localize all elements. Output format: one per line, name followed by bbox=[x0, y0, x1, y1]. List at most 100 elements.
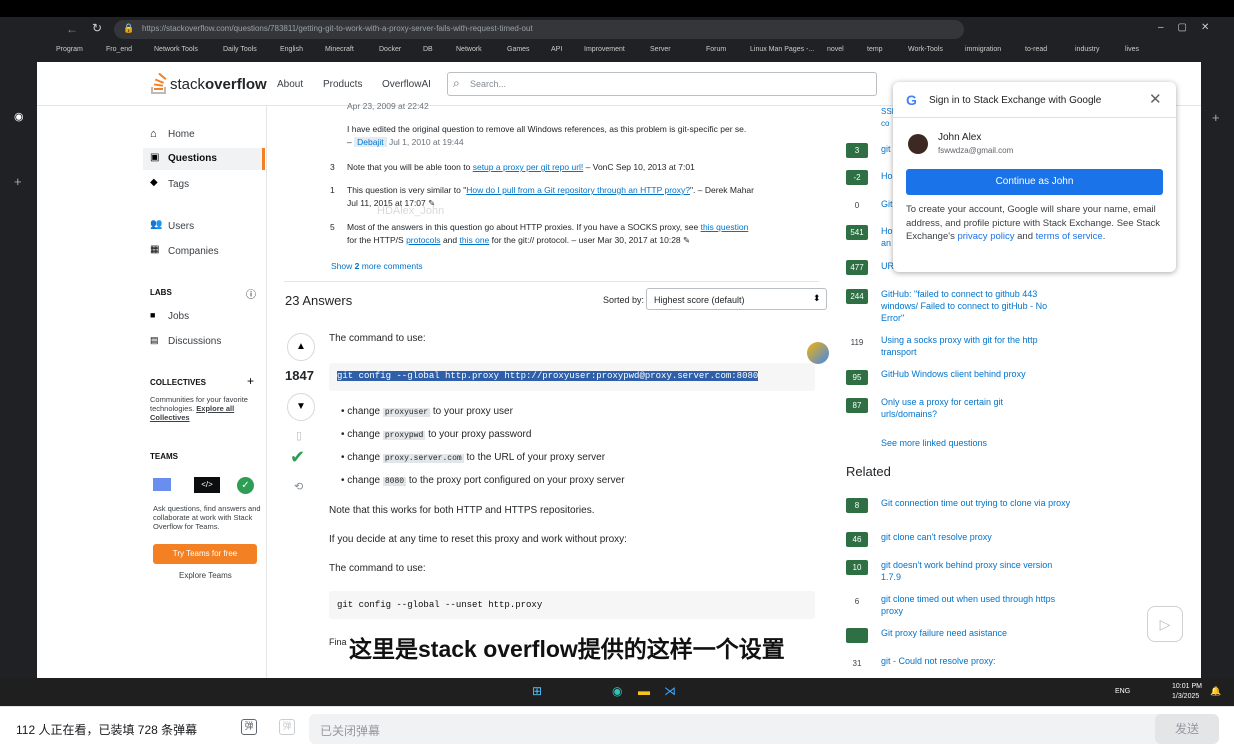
bookmark-item[interactable]: to-read bbox=[1025, 46, 1047, 53]
upvote-button[interactable]: ▲ bbox=[287, 333, 315, 361]
nav-discussions[interactable]: Discussions bbox=[168, 336, 221, 347]
bookmark-item[interactable]: Forum bbox=[706, 46, 726, 53]
nav-questions[interactable]: Questions bbox=[168, 153, 217, 164]
privacy-policy-link[interactable]: privacy policy bbox=[957, 231, 1014, 242]
back-icon[interactable]: ← bbox=[66, 22, 78, 36]
danmaku-toggle-icon[interactable]: 弹 bbox=[241, 719, 257, 735]
play-button[interactable]: ▷ bbox=[1147, 606, 1183, 642]
related-question[interactable]: Git proxy failure need asistance bbox=[881, 627, 1071, 639]
bookmark-item[interactable]: Docker bbox=[379, 46, 401, 53]
browser-right-rail: + bbox=[1201, 62, 1234, 678]
nav-overflowai[interactable]: OverflowAI bbox=[382, 79, 431, 90]
comment-link[interactable]: How do I pull from a Git repository thro… bbox=[466, 185, 690, 195]
nav-jobs[interactable]: Jobs bbox=[168, 311, 189, 322]
comment-user-link[interactable]: Debajit bbox=[354, 137, 387, 147]
comment-link[interactable]: setup a proxy per git repo url! bbox=[473, 162, 584, 172]
nav-products[interactable]: Products bbox=[323, 79, 362, 90]
comments-divider bbox=[284, 281, 819, 282]
linked-question[interactable]: Using a socks proxy with git for the htt… bbox=[881, 334, 1071, 358]
notification-icon[interactable]: 🔔 bbox=[1210, 686, 1221, 697]
downvote-button[interactable]: ▼ bbox=[287, 393, 315, 421]
answer-para-2: If you decide at any time to reset this … bbox=[329, 534, 627, 545]
clock-time[interactable]: 10:01 PM bbox=[1172, 683, 1202, 690]
related-question[interactable]: Git connection time out trying to clone … bbox=[881, 497, 1071, 509]
bookmark-item[interactable]: Minecraft bbox=[325, 46, 354, 53]
google-popup-title: Sign in to Stack Exchange with Google bbox=[929, 95, 1102, 106]
so-logo[interactable]: stack overflow bbox=[150, 73, 267, 95]
bookmark-item[interactable]: Daily Tools bbox=[223, 46, 257, 53]
sorted-by-label: Sorted by: bbox=[603, 295, 645, 305]
nav-tags[interactable]: Tags bbox=[168, 179, 189, 190]
bookmark-item[interactable]: Server bbox=[650, 46, 671, 53]
related-question[interactable]: git - Could not resolve proxy: bbox=[881, 655, 1071, 667]
pencil-icon[interactable]: ✎ bbox=[683, 235, 690, 245]
nav-users[interactable]: Users bbox=[168, 221, 194, 232]
score-badge: 95 bbox=[846, 370, 868, 385]
bookmark-item[interactable]: Linux Man Pages -... bbox=[750, 46, 814, 53]
bookmark-item[interactable]: lives bbox=[1125, 46, 1139, 53]
bookmark-item[interactable]: English bbox=[280, 46, 303, 53]
bookmark-item[interactable]: Fro_end bbox=[106, 46, 132, 53]
add-icon[interactable]: + bbox=[14, 174, 22, 189]
search-input[interactable]: ⌕ Search... bbox=[447, 72, 877, 96]
edge-icon[interactable]: ◉ bbox=[612, 684, 622, 698]
bookmark-item[interactable]: Games bbox=[507, 46, 530, 53]
vscode-icon[interactable]: ⋊ bbox=[664, 684, 676, 698]
account-avatar bbox=[908, 134, 928, 154]
bookmark-item[interactable]: temp bbox=[867, 46, 883, 53]
bookmark-item[interactable]: Improvement bbox=[584, 46, 625, 53]
bookmark-item[interactable]: Program bbox=[56, 46, 83, 53]
try-teams-button[interactable]: Try Teams for free bbox=[153, 544, 257, 564]
danmaku-input[interactable]: 已关闭弹幕 发送 bbox=[309, 714, 1219, 744]
windows-start-icon[interactable]: ⊞ bbox=[532, 684, 542, 698]
danmaku-settings-icon[interactable]: 弹 bbox=[279, 719, 295, 735]
info-icon[interactable]: ⓘ bbox=[246, 286, 256, 301]
bookmark-icon[interactable]: ▯ bbox=[296, 429, 302, 442]
plus-icon[interactable]: + bbox=[247, 374, 254, 388]
related-question[interactable]: git clone timed out when used through ht… bbox=[881, 593, 1061, 617]
this-one-link[interactable]: this one bbox=[460, 235, 490, 245]
related-question[interactable]: git clone can't resolve proxy bbox=[881, 531, 1071, 543]
bookmark-item[interactable]: immigration bbox=[965, 46, 1001, 53]
comment-link[interactable]: this question bbox=[701, 222, 749, 232]
left-divider bbox=[266, 106, 267, 678]
history-icon[interactable]: ⟲ bbox=[294, 480, 303, 493]
close-icon[interactable]: ✕ bbox=[1149, 90, 1162, 108]
continue-button[interactable]: Continue as John bbox=[906, 169, 1163, 195]
bookmark-item[interactable]: Network bbox=[456, 46, 482, 53]
nav-about[interactable]: About bbox=[277, 79, 303, 90]
code-block-2[interactable]: git config --global --unset http.proxy bbox=[329, 591, 815, 619]
bookmark-item[interactable]: API bbox=[551, 46, 562, 53]
see-more-linked[interactable]: See more linked questions bbox=[881, 437, 1071, 449]
bookmark-item[interactable]: novel bbox=[827, 46, 844, 53]
protocols-link[interactable]: protocols bbox=[406, 235, 441, 245]
github-icon[interactable]: ◉ bbox=[14, 110, 24, 123]
linked-question[interactable]: Only use a proxy for certain git urls/do… bbox=[881, 396, 1031, 420]
nav-home[interactable]: Home bbox=[168, 129, 195, 140]
related-question[interactable]: git doesn't work behind proxy since vers… bbox=[881, 559, 1071, 583]
clock-date[interactable]: 1/3/2025 bbox=[1172, 693, 1199, 700]
bookmark-item[interactable]: industry bbox=[1075, 46, 1100, 53]
bookmark-item[interactable]: DB bbox=[423, 46, 433, 53]
folder-icon[interactable]: ▬ bbox=[638, 684, 650, 698]
companies-icon: ▦ bbox=[150, 244, 160, 255]
nav-companies[interactable]: Companies bbox=[168, 246, 219, 257]
search-placeholder: Search... bbox=[470, 79, 507, 89]
window-controls[interactable]: –▢✕ bbox=[1158, 22, 1223, 33]
refresh-icon[interactable]: ↻ bbox=[92, 21, 102, 35]
explore-teams-link[interactable]: Explore Teams bbox=[179, 571, 232, 580]
terms-link[interactable]: terms of service bbox=[1036, 231, 1103, 242]
sort-select[interactable]: Highest score (default) ⬍ bbox=[646, 288, 827, 310]
send-button[interactable]: 发送 bbox=[1155, 714, 1219, 744]
bookmark-item[interactable]: Network Tools bbox=[154, 46, 198, 53]
show-more-comments[interactable]: Show 2 more comments bbox=[331, 260, 423, 273]
code-block-1[interactable]: git config --global http.proxy http://pr… bbox=[329, 363, 815, 391]
linked-question[interactable]: GitHub Windows client behind proxy bbox=[881, 368, 1071, 380]
bookmark-item[interactable]: Work-Tools bbox=[908, 46, 943, 53]
add-icon[interactable]: + bbox=[1212, 110, 1220, 125]
language-indicator[interactable]: ENG bbox=[1115, 688, 1130, 695]
linked-question[interactable]: Ho an bbox=[881, 225, 893, 249]
related-heading: Related bbox=[846, 464, 891, 479]
linked-question[interactable]: GitHub: "failed to connect to github 443… bbox=[881, 288, 1071, 324]
address-bar[interactable]: 🔒 https://stackoverflow.com/questions/78… bbox=[114, 20, 964, 39]
